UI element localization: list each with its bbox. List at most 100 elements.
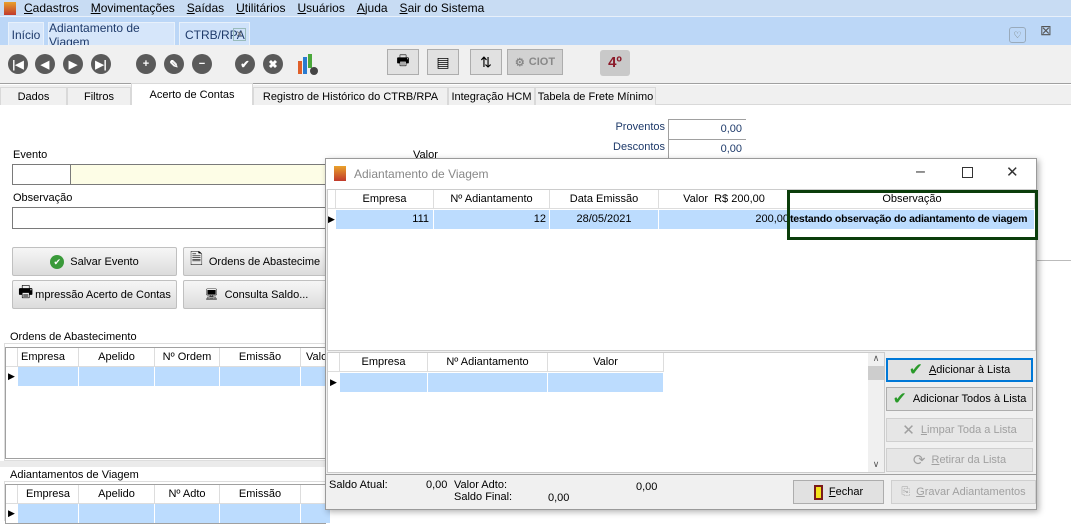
descontos-field: 0,00 [668,139,746,159]
ordens-grid[interactable]: Empresa Apelido Nº Ordem Emissão Valo ▶ [5,347,331,459]
previous-record-icon[interactable]: ◀ [35,54,55,74]
print-icon[interactable]: 🖶 [387,49,419,75]
observacao-label: Observação [13,192,73,204]
dialog-titlebar[interactable]: Adiantamento de Viagem – ✕ [326,159,1036,189]
consulta-saldo-button[interactable]: 🖥 Consulta Saldo... [183,280,330,309]
column-header[interactable]: Nº Ordem [155,348,220,367]
close-tab-icon[interactable]: ✕ [233,28,246,41]
adiantamentos-grid[interactable]: Empresa Apelido Nº Adto Emissão ▶ [5,484,331,524]
divider [326,474,1036,475]
checkmark-icon: ✔ [908,360,923,379]
close-icon[interactable]: ✕ [1006,163,1019,181]
salvar-evento-button[interactable]: ✔ Salvar Evento [12,247,177,276]
evento-code-input[interactable] [12,164,71,185]
column-header[interactable]: Valor R$ 200,00 [659,190,790,209]
tab-registro-historico[interactable]: Registro de Histórico do CTRB/RPA [253,87,448,105]
column-header[interactable]: Empresa [18,348,79,367]
column-header[interactable]: Emissão [220,348,301,367]
column-header[interactable]: Data Emissão [550,190,659,209]
document-add-icon: 🗎 [190,251,203,268]
table-row[interactable]: ▶ [328,373,664,392]
menu-sair[interactable]: Sair do Sistema [400,1,485,15]
sub-tabs: Dados Filtros Acerto de Contas Registro … [0,83,1071,105]
menu-utilitarios[interactable]: Utilitários [236,1,285,15]
scroll-up-icon[interactable]: ∧ [868,353,884,364]
column-header[interactable]: Nº Adiantamento [428,353,548,372]
limpar-lista-button[interactable]: ✕ Limpar Toda a Lista [886,418,1033,442]
logo-icon[interactable]: 4º [600,50,630,76]
tab-ctrb-rpa[interactable]: CTRB/RPA ✕ [179,22,250,46]
unpin-icon[interactable]: ⊠ [1040,22,1052,39]
menu-movimentacoes[interactable]: Movimentações [91,1,175,15]
edit-icon[interactable]: ✎ [164,54,184,74]
saldo-final-value: 0,00 [548,492,570,504]
column-header[interactable]: Apelido [79,485,155,504]
column-header[interactable]: Empresa [18,485,79,504]
add-icon[interactable]: + [136,54,156,74]
scroll-down-icon[interactable]: ∨ [868,459,884,470]
scrollbar[interactable]: ∧ ∨ [868,353,884,472]
adicionar-todos-button[interactable]: ✔ Adicionar Todos à Lista [886,387,1033,411]
report-icon[interactable]: ▤ [427,49,459,75]
cell-valor: 200,00 [659,210,790,229]
row-indicator-icon: ▶ [328,373,340,392]
table-row[interactable]: ▶ [6,504,331,523]
selected-adiantamentos-grid[interactable]: Empresa Nº Adiantamento Valor ▶ ∧ ∨ [327,352,885,473]
column-header[interactable]: Empresa [336,190,434,209]
adicionar-label: Adicionar à Lista [928,364,1011,376]
first-record-icon[interactable]: |◀ [8,54,28,74]
proventos-field: 0,00 [668,119,746,139]
menu-ajuda[interactable]: Ajuda [357,1,388,15]
last-record-icon[interactable]: ▶| [91,54,111,74]
app-icon [4,1,16,15]
tab-tabela-frete[interactable]: Tabela de Frete Mínimo [535,87,656,105]
cancel-icon[interactable]: ✖ [263,54,283,74]
tab-list-dropdown-icon[interactable]: ♡ [1009,27,1026,43]
impressao-button[interactable]: 🖶 mpressão Acerto de Contas [12,280,177,309]
maximize-icon[interactable] [962,167,973,178]
menu-usuarios[interactable]: Usuários [297,1,344,15]
minimize-icon[interactable]: – [916,163,925,181]
column-header[interactable]: Nº Adiantamento [434,190,550,209]
menu-saidas[interactable]: Saídas [187,1,224,15]
cell-empresa: 111 [336,210,434,229]
column-header[interactable]: Apelido [79,348,155,367]
save-icon: ⎘ [901,485,911,498]
chart-settings-icon[interactable] [296,53,318,75]
column-header[interactable]: Valor [548,353,664,372]
delete-icon[interactable]: − [192,54,212,74]
cell-data: 28/05/2021 [550,210,659,229]
table-row[interactable]: ▶ [6,367,331,386]
observacao-input[interactable] [12,207,330,229]
fechar-button[interactable]: Fechar [793,480,884,504]
splitter[interactable] [0,461,326,467]
gears-icon: ⚙ [514,56,525,69]
tab-dados[interactable]: Dados [0,87,67,105]
column-header[interactable]: Nº Adto [155,485,220,504]
computer-icon: 🖥 [204,289,219,301]
observacao-highlight [787,190,1038,240]
proventos-label: Proventos [615,121,665,133]
evento-label: Evento [13,149,48,161]
ordens-abastecimento-button[interactable]: 🗎 Ordens de Abastecime [183,247,330,276]
adicionar-lista-button[interactable]: ✔ Adicionar à Lista [886,358,1033,382]
menu-cadastros[interactable]: Cadastros [24,1,79,15]
column-header[interactable]: Emissão [220,485,301,504]
retirar-lista-button[interactable]: ⟳ Retirar da Lista [886,448,1033,472]
tab-inicio[interactable]: Início [8,22,44,46]
tab-acerto-contas[interactable]: Acerto de Contas [131,83,253,105]
tab-filtros[interactable]: Filtros [67,87,131,105]
ciot-button[interactable]: ⚙ CIOT [507,49,563,75]
scroll-thumb[interactable] [868,366,884,380]
saldo-atual-label: Saldo Atual: [329,479,388,491]
gravar-adiantamentos-button[interactable]: ⎘ Gravar Adiantamentos [891,480,1036,504]
evento-description-input[interactable] [70,164,330,185]
ordens-label: Ordens de Abastecime [208,255,321,268]
tab-integracao-hcm[interactable]: Integração HCM [448,87,535,105]
menu-bar: Cadastros Movimentações Saídas Utilitári… [0,0,1071,16]
tab-adiantamento[interactable]: Adiantamento de Viagem [48,21,175,49]
transfer-icon[interactable]: ⇅ [470,49,502,75]
column-header[interactable]: Empresa [340,353,428,372]
confirm-icon[interactable]: ✔ [235,54,255,74]
next-record-icon[interactable]: ▶ [63,54,83,74]
